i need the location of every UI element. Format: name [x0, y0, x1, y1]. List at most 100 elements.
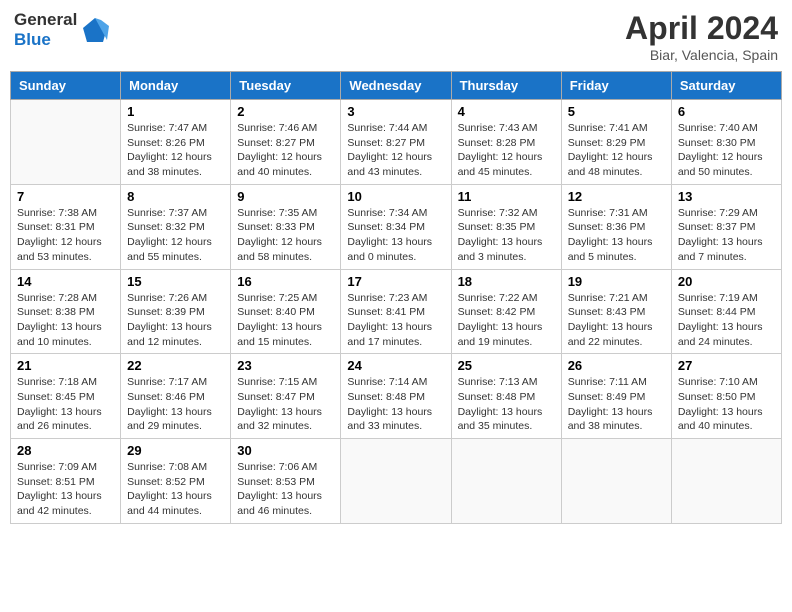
day-number: 7	[17, 189, 114, 204]
page-header: General Blue April 2024 Biar, Valencia, …	[10, 10, 782, 63]
day-number: 30	[237, 443, 334, 458]
weekday-header: Saturday	[671, 72, 781, 100]
calendar-cell: 3 Sunrise: 7:44 AMSunset: 8:27 PMDaylight…	[341, 100, 451, 185]
calendar-cell: 27 Sunrise: 7:10 AMSunset: 8:50 PMDayligh…	[671, 354, 781, 439]
day-number: 24	[347, 358, 444, 373]
calendar-cell: 25 Sunrise: 7:13 AMSunset: 8:48 PMDayligh…	[451, 354, 561, 439]
day-number: 21	[17, 358, 114, 373]
calendar-cell	[11, 100, 121, 185]
calendar-cell	[451, 439, 561, 524]
calendar-cell: 7 Sunrise: 7:38 AMSunset: 8:31 PMDaylight…	[11, 184, 121, 269]
weekday-header: Tuesday	[231, 72, 341, 100]
title-block: April 2024 Biar, Valencia, Spain	[625, 10, 778, 63]
calendar-cell	[341, 439, 451, 524]
day-info: Sunrise: 7:14 AMSunset: 8:48 PMDaylight:…	[347, 375, 444, 434]
calendar-cell: 22 Sunrise: 7:17 AMSunset: 8:46 PMDayligh…	[121, 354, 231, 439]
calendar-cell: 12Sunrise: 7:31 AMSunset: 8:36 PMDayligh…	[561, 184, 671, 269]
day-number: 17	[347, 274, 444, 289]
calendar-cell: 4Sunrise: 7:43 AMSunset: 8:28 PMDaylight…	[451, 100, 561, 185]
calendar-week-row: 28 Sunrise: 7:09 AMSunset: 8:51 PMDayligh…	[11, 439, 782, 524]
calendar-cell: 11Sunrise: 7:32 AMSunset: 8:35 PMDayligh…	[451, 184, 561, 269]
calendar-cell: 17 Sunrise: 7:23 AMSunset: 8:41 PMDayligh…	[341, 269, 451, 354]
day-number: 27	[678, 358, 775, 373]
calendar-week-row: 14Sunrise: 7:28 AMSunset: 8:38 PMDayligh…	[11, 269, 782, 354]
calendar-cell: 2 Sunrise: 7:46 AMSunset: 8:27 PMDaylight…	[231, 100, 341, 185]
calendar-cell: 13Sunrise: 7:29 AMSunset: 8:37 PMDayligh…	[671, 184, 781, 269]
day-number: 3	[347, 104, 444, 119]
day-number: 15	[127, 274, 224, 289]
day-number: 5	[568, 104, 665, 119]
calendar-cell: 24 Sunrise: 7:14 AMSunset: 8:48 PMDayligh…	[341, 354, 451, 439]
day-info: Sunrise: 7:37 AMSunset: 8:32 PMDaylight:…	[127, 206, 224, 265]
day-info: Sunrise: 7:15 AMSunset: 8:47 PMDaylight:…	[237, 375, 334, 434]
day-info: Sunrise: 7:13 AMSunset: 8:48 PMDaylight:…	[458, 375, 555, 434]
calendar-cell: 23 Sunrise: 7:15 AMSunset: 8:47 PMDayligh…	[231, 354, 341, 439]
day-info: Sunrise: 7:44 AMSunset: 8:27 PMDaylight:…	[347, 121, 444, 180]
day-number: 8	[127, 189, 224, 204]
day-number: 10	[347, 189, 444, 204]
day-info: Sunrise: 7:10 AMSunset: 8:50 PMDaylight:…	[678, 375, 775, 434]
calendar-cell: 16Sunrise: 7:25 AMSunset: 8:40 PMDayligh…	[231, 269, 341, 354]
calendar-cell	[671, 439, 781, 524]
day-number: 16	[237, 274, 334, 289]
calendar-week-row: 21 Sunrise: 7:18 AMSunset: 8:45 PMDayligh…	[11, 354, 782, 439]
day-number: 29	[127, 443, 224, 458]
calendar-cell: 18 Sunrise: 7:22 AMSunset: 8:42 PMDayligh…	[451, 269, 561, 354]
day-info: Sunrise: 7:21 AMSunset: 8:43 PMDaylight:…	[568, 291, 665, 350]
calendar-cell: 6Sunrise: 7:40 AMSunset: 8:30 PMDaylight…	[671, 100, 781, 185]
day-number: 6	[678, 104, 775, 119]
day-number: 23	[237, 358, 334, 373]
calendar-cell: 14Sunrise: 7:28 AMSunset: 8:38 PMDayligh…	[11, 269, 121, 354]
day-info: Sunrise: 7:17 AMSunset: 8:46 PMDaylight:…	[127, 375, 224, 434]
day-info: Sunrise: 7:23 AMSunset: 8:41 PMDaylight:…	[347, 291, 444, 350]
calendar-cell: 5 Sunrise: 7:41 AMSunset: 8:29 PMDaylight…	[561, 100, 671, 185]
calendar-cell: 21 Sunrise: 7:18 AMSunset: 8:45 PMDayligh…	[11, 354, 121, 439]
calendar-cell: 1Sunrise: 7:47 AMSunset: 8:26 PMDaylight…	[121, 100, 231, 185]
calendar-cell	[561, 439, 671, 524]
weekday-header: Thursday	[451, 72, 561, 100]
day-info: Sunrise: 7:26 AMSunset: 8:39 PMDaylight:…	[127, 291, 224, 350]
weekday-header-row: SundayMondayTuesdayWednesdayThursdayFrid…	[11, 72, 782, 100]
day-info: Sunrise: 7:19 AMSunset: 8:44 PMDaylight:…	[678, 291, 775, 350]
day-info: Sunrise: 7:35 AMSunset: 8:33 PMDaylight:…	[237, 206, 334, 265]
calendar-cell: 10Sunrise: 7:34 AMSunset: 8:34 PMDayligh…	[341, 184, 451, 269]
day-info: Sunrise: 7:32 AMSunset: 8:35 PMDaylight:…	[458, 206, 555, 265]
day-info: Sunrise: 7:46 AMSunset: 8:27 PMDaylight:…	[237, 121, 334, 180]
day-info: Sunrise: 7:18 AMSunset: 8:45 PMDaylight:…	[17, 375, 114, 434]
calendar-week-row: 1Sunrise: 7:47 AMSunset: 8:26 PMDaylight…	[11, 100, 782, 185]
calendar-cell: 28 Sunrise: 7:09 AMSunset: 8:51 PMDayligh…	[11, 439, 121, 524]
weekday-header: Monday	[121, 72, 231, 100]
logo-text: General Blue	[14, 10, 111, 50]
day-info: Sunrise: 7:08 AMSunset: 8:52 PMDaylight:…	[127, 460, 224, 519]
day-number: 28	[17, 443, 114, 458]
day-number: 14	[17, 274, 114, 289]
day-info: Sunrise: 7:09 AMSunset: 8:51 PMDaylight:…	[17, 460, 114, 519]
calendar-cell: 29 Sunrise: 7:08 AMSunset: 8:52 PMDayligh…	[121, 439, 231, 524]
day-number: 22	[127, 358, 224, 373]
day-number: 25	[458, 358, 555, 373]
day-info: Sunrise: 7:06 AMSunset: 8:53 PMDaylight:…	[237, 460, 334, 519]
logo-icon	[79, 14, 111, 46]
day-number: 2	[237, 104, 334, 119]
calendar-week-row: 7 Sunrise: 7:38 AMSunset: 8:31 PMDaylight…	[11, 184, 782, 269]
day-number: 19	[568, 274, 665, 289]
day-info: Sunrise: 7:11 AMSunset: 8:49 PMDaylight:…	[568, 375, 665, 434]
calendar-cell: 19 Sunrise: 7:21 AMSunset: 8:43 PMDayligh…	[561, 269, 671, 354]
day-info: Sunrise: 7:47 AMSunset: 8:26 PMDaylight:…	[127, 121, 224, 180]
day-number: 18	[458, 274, 555, 289]
weekday-header: Wednesday	[341, 72, 451, 100]
day-number: 12	[568, 189, 665, 204]
day-number: 4	[458, 104, 555, 119]
calendar-cell: 8 Sunrise: 7:37 AMSunset: 8:32 PMDaylight…	[121, 184, 231, 269]
day-info: Sunrise: 7:22 AMSunset: 8:42 PMDaylight:…	[458, 291, 555, 350]
calendar-cell: 20Sunrise: 7:19 AMSunset: 8:44 PMDayligh…	[671, 269, 781, 354]
day-info: Sunrise: 7:41 AMSunset: 8:29 PMDaylight:…	[568, 121, 665, 180]
day-number: 9	[237, 189, 334, 204]
day-number: 26	[568, 358, 665, 373]
calendar-cell: 26 Sunrise: 7:11 AMSunset: 8:49 PMDayligh…	[561, 354, 671, 439]
location: Biar, Valencia, Spain	[625, 47, 778, 63]
day-info: Sunrise: 7:38 AMSunset: 8:31 PMDaylight:…	[17, 206, 114, 265]
calendar-cell: 15 Sunrise: 7:26 AMSunset: 8:39 PMDayligh…	[121, 269, 231, 354]
day-number: 13	[678, 189, 775, 204]
calendar-cell: 9 Sunrise: 7:35 AMSunset: 8:33 PMDaylight…	[231, 184, 341, 269]
